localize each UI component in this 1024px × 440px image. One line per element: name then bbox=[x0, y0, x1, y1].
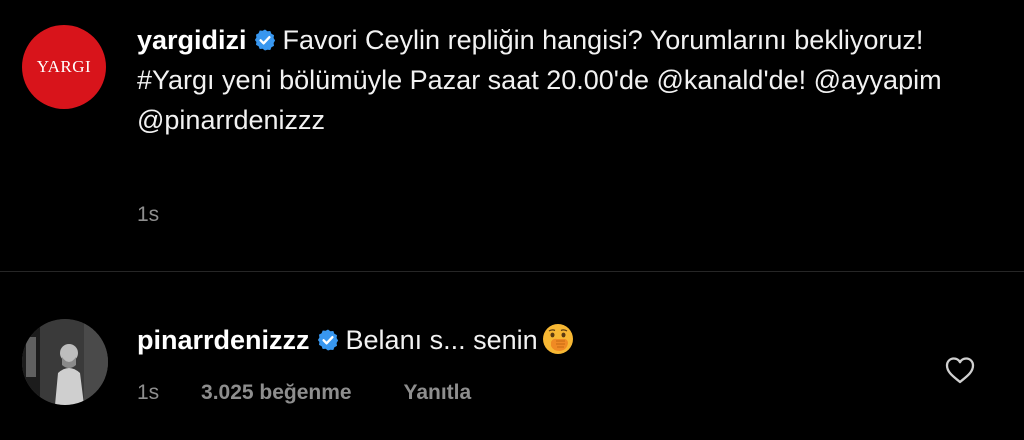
post-username[interactable]: yargidizi bbox=[137, 25, 247, 55]
face-with-hand-over-mouth-emoji-icon bbox=[542, 324, 573, 354]
post-timestamp: 1s bbox=[137, 203, 160, 226]
heart-outline-icon[interactable] bbox=[944, 355, 976, 385]
section-divider bbox=[0, 271, 1024, 272]
verified-badge-icon bbox=[317, 329, 338, 351]
yargidizi-avatar[interactable]: YARGI bbox=[22, 25, 106, 109]
comment-meta-row: 1s 3.025 beğenme Yanıtla bbox=[137, 381, 471, 405]
post-caption: YARGI yargidizi Favori Ceylin repliğin h… bbox=[0, 0, 1024, 272]
verified-badge-icon bbox=[254, 29, 275, 51]
pinarrdenizzz-avatar[interactable] bbox=[22, 319, 108, 405]
comment-text-block: pinarrdenizzz Belanı s... senin bbox=[137, 320, 575, 360]
caption-text-block: yargidizi Favori Ceylin repliğin hangisi… bbox=[137, 20, 997, 140]
avatar-logo-text: YARGI bbox=[36, 57, 92, 76]
comment-timestamp: 1s bbox=[137, 381, 160, 404]
comment-body: Belanı s... senin bbox=[345, 325, 538, 355]
comment-username[interactable]: pinarrdenizzz bbox=[137, 325, 310, 355]
comment-likes-count[interactable]: 3.025 beğenme bbox=[201, 381, 352, 405]
avatar-photo bbox=[22, 319, 108, 405]
reply-button[interactable]: Yanıtla bbox=[403, 381, 471, 405]
